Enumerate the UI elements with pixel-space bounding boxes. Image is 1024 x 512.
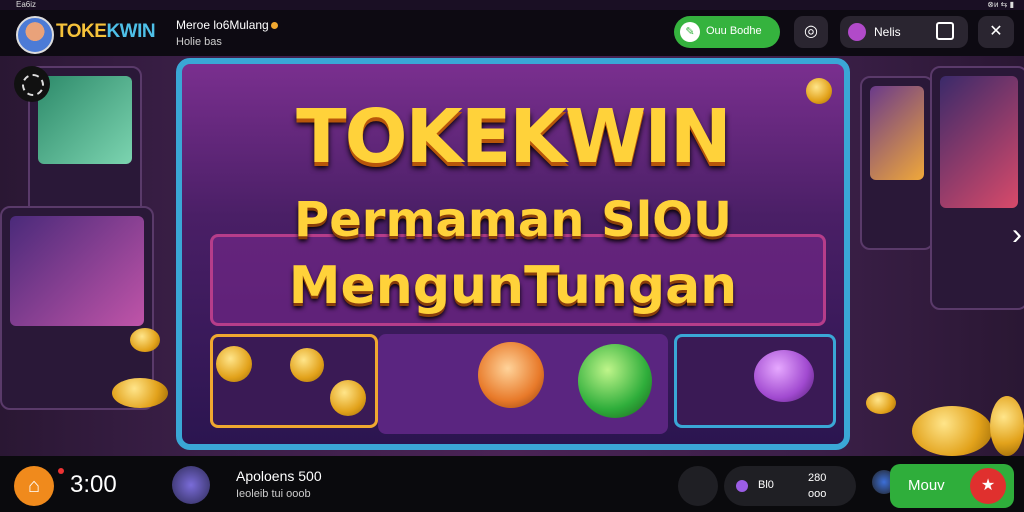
app-subtitle: Ieoleib tui ooob — [236, 488, 311, 500]
stat-top: 280 — [808, 472, 827, 484]
status-left: Ea6iz — [16, 0, 37, 9]
home-button[interactable]: ⌂ — [14, 466, 54, 506]
banner-tagline: MengunTungan — [288, 256, 738, 316]
move-label: Mouv — [908, 477, 945, 494]
dark-pill-label: Nelis — [874, 25, 901, 39]
move-button[interactable]: Mouv ★ — [890, 464, 1014, 508]
coin-icon — [866, 392, 896, 414]
chat-icon: ✎ — [680, 22, 700, 42]
chevron-right-icon[interactable]: › — [1012, 218, 1022, 252]
brand-accent: KWIN — [106, 21, 156, 42]
green-pill-label: Ouu Bodhe — [706, 25, 762, 37]
purple-pot-icon — [754, 350, 814, 402]
coin-icon — [330, 380, 366, 416]
top-bar: TOKEKWIN Meroe lo6Mulang Holie bas ✎ Ouu… — [0, 10, 1024, 56]
brand-logo: TOKEKWIN — [56, 21, 156, 43]
alert-dot-icon — [58, 468, 64, 474]
banner-subtitle: Permaman SlOU — [294, 192, 732, 248]
status-right: ⊗ᴎ ⇆ ▮ — [987, 0, 1014, 9]
status-bar: Ea6iz ⊗ᴎ ⇆ ▮ — [0, 0, 1024, 10]
brand-main: TOKE — [56, 21, 107, 42]
green-orb-icon — [578, 344, 652, 418]
clock-time: 3:00 — [70, 471, 117, 498]
coin-icon — [990, 396, 1024, 456]
green-pill-button[interactable]: ✎ Ouu Bodhe — [674, 16, 780, 48]
home-icon: ⌂ — [27, 475, 41, 497]
round-button[interactable] — [678, 466, 718, 506]
info-title-text: Meroe lo6Mulang — [176, 18, 269, 32]
app-title: Apoloens 500 — [236, 468, 322, 484]
coin-stack-icon — [912, 406, 992, 456]
coin-icon — [290, 348, 324, 382]
coin-icon — [130, 328, 160, 352]
coin-icon — [216, 346, 252, 382]
info-sub: Holie bas — [176, 36, 222, 48]
game-scene: › TOKEKWIN Permaman SlOU MengunTungan — [0, 56, 1024, 456]
star-icon: ★ — [970, 468, 1006, 504]
stat-label: Bl0 — [758, 479, 774, 491]
profile-icon — [848, 23, 866, 41]
arcade-machine-right — [930, 66, 1024, 310]
dark-pill-button[interactable]: Nelis — [840, 16, 968, 48]
app-avatar[interactable] — [172, 466, 210, 504]
avatar[interactable] — [16, 16, 54, 54]
notify-dot-icon — [270, 22, 278, 29]
loading-icon[interactable] — [14, 66, 50, 102]
close-button[interactable]: ✕ — [978, 16, 1014, 48]
stat-bottom: ooo — [808, 488, 827, 500]
chat-bubble-button[interactable]: ◎ — [794, 16, 828, 48]
gem-icon — [736, 480, 748, 492]
close-icon: ✕ — [989, 23, 1003, 40]
coin-icon — [806, 78, 832, 104]
frame-icon — [936, 22, 954, 40]
chat-bubble-icon: ◎ — [804, 23, 818, 40]
stat-pill[interactable]: Bl0 280 ooo — [724, 466, 856, 506]
coin-icon — [112, 378, 168, 408]
banner-title: TOKEKWIN — [296, 94, 732, 180]
mascot-icon — [478, 342, 544, 408]
arcade-machine-right-top — [860, 76, 934, 250]
promo-banner: TOKEKWIN Permaman SlOU MengunTungan — [176, 58, 850, 450]
bottom-bar: ⌂ 3:00 Apoloens 500 Ieoleib tui ooob Bl0… — [0, 456, 1024, 512]
info-title: Meroe lo6Mulang — [176, 18, 278, 32]
